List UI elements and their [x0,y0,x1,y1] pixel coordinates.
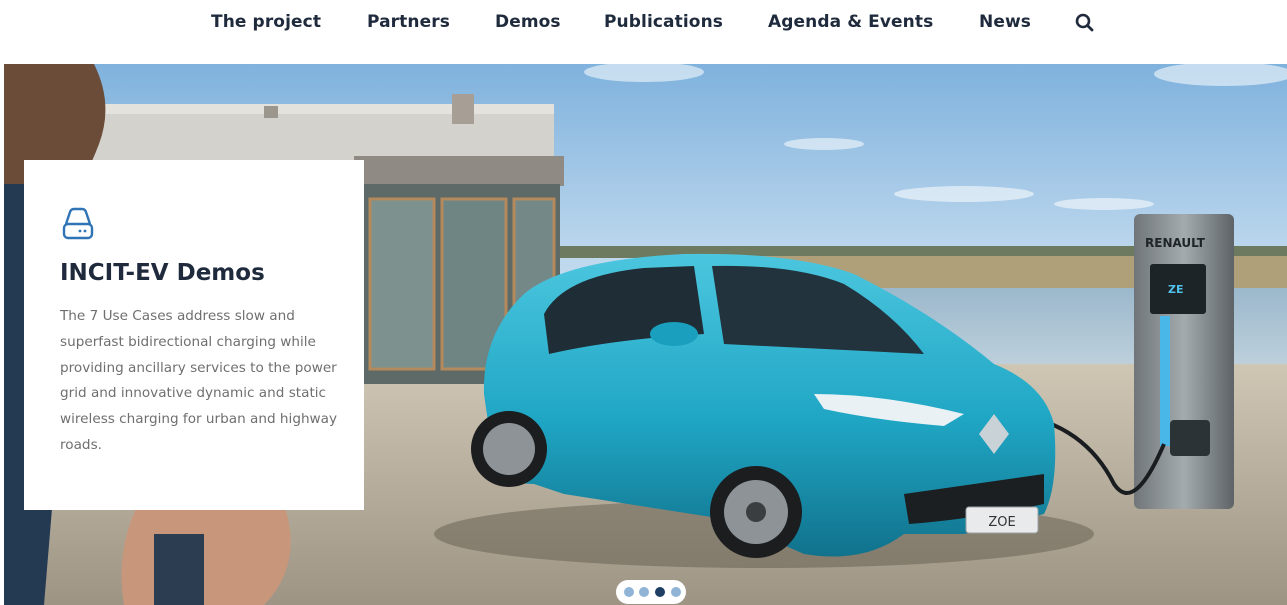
carousel-dot[interactable] [639,587,649,597]
nav-item-partners[interactable]: Partners [367,9,450,35]
demos-info-card: INCIT-EV Demos The 7 Use Cases address s… [24,160,364,510]
carousel-dot[interactable] [671,587,681,597]
carousel-dot[interactable] [655,587,665,597]
nav-item-demos[interactable]: Demos [495,9,561,35]
carousel-dot[interactable] [624,587,634,597]
nav-item-news[interactable]: News [979,9,1031,35]
main-navigation: The project Partners Demos Publications … [0,0,1287,64]
search-button[interactable] [1073,9,1097,35]
card-description: The 7 Use Cases address slow and superfa… [60,308,338,453]
search-icon [1075,13,1094,32]
carousel-indicators [616,580,686,604]
charging-station: RENAULT ZE [1134,214,1234,509]
nav-item-agenda-events[interactable]: Agenda & Events [768,9,933,35]
card-title: INCIT-EV Demos [60,260,265,286]
license-plate-label: ZOE [988,515,1015,530]
charger-screen-label: ZE [1168,283,1184,296]
nav-item-publications[interactable]: Publications [604,9,723,35]
nav-item-the-project[interactable]: The project [211,9,321,35]
hard-drive-icon [58,204,98,244]
charger-brand-label: RENAULT [1145,236,1206,250]
